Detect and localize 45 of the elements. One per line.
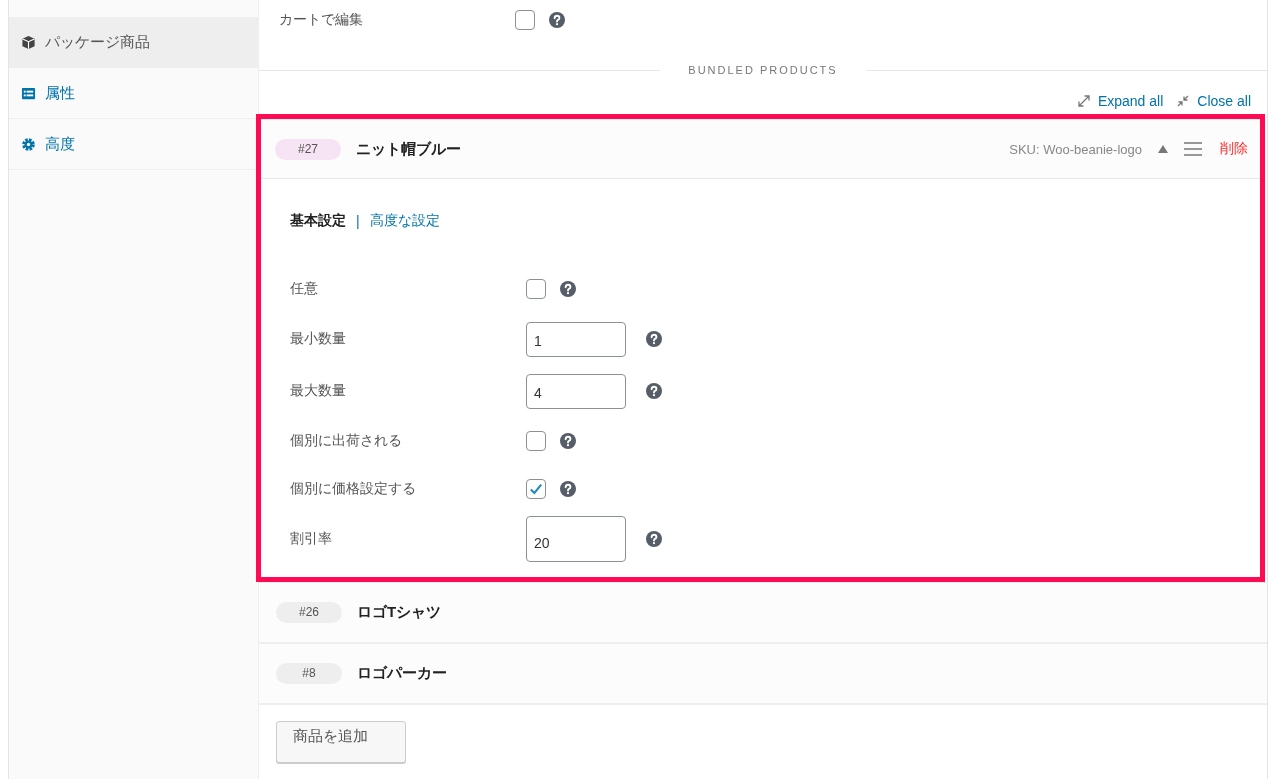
checkbox[interactable] [526,479,546,499]
close-all-link[interactable]: Close all [1177,88,1251,114]
product-name: ニット帽ブルー [356,139,461,159]
collapse-caret-icon[interactable] [1158,145,1168,153]
field-label: 任意 [290,280,319,298]
settings-tab[interactable]: 高度な設定 [369,212,440,230]
drag-menu-icon[interactable] [1184,142,1202,156]
checkbox[interactable] [526,431,546,451]
remove-link[interactable]: 削除 [1220,140,1248,158]
help-icon[interactable] [560,281,576,297]
sku-text: SKU: Woo-beanie-logo [1009,141,1142,157]
field-label: 最小数量 [290,330,347,348]
product-name: ロゴTシャツ [357,603,442,622]
settings-tab[interactable]: 基本設定 [290,212,346,230]
number-input[interactable]: 1 [526,321,626,357]
gear-icon [21,136,36,152]
id-badge: #27 [275,138,341,160]
number-input[interactable]: 4 [526,373,626,409]
sidebar-item[interactable]: 属性 [9,68,258,119]
help-icon[interactable] [560,481,576,497]
id-badge: #26 [276,602,342,623]
checkbox[interactable] [515,10,535,31]
box-icon [21,34,36,50]
sidebar-item[interactable]: パッケージ商品 [9,17,258,68]
id-badge: #8 [276,663,342,684]
list-icon [21,85,36,101]
add-product-button[interactable]: 商品を追加 [276,721,406,763]
help-icon[interactable] [646,531,662,547]
field-label: 最大数量 [290,382,347,400]
checkbox[interactable] [526,279,546,299]
help-icon[interactable] [560,433,576,449]
help-icon[interactable] [646,383,662,399]
expand-all-link[interactable]: Expand all [1077,88,1164,114]
help-icon[interactable] [646,331,662,347]
help-icon[interactable] [549,12,565,29]
expand-arrows-icon [1077,95,1090,108]
product-name: ロゴパーカー [357,664,447,683]
field-label: カートで編集 [279,11,364,30]
collapse-arrows-icon [1177,95,1190,108]
tab-separator: | [356,213,360,229]
checkmark-icon [528,481,544,497]
field-label: 割引率 [290,530,333,548]
field-label: 個別に出荷される [290,432,403,450]
field-label: 個別に価格設定する [290,480,417,498]
number-input[interactable]: 20 [526,516,626,562]
